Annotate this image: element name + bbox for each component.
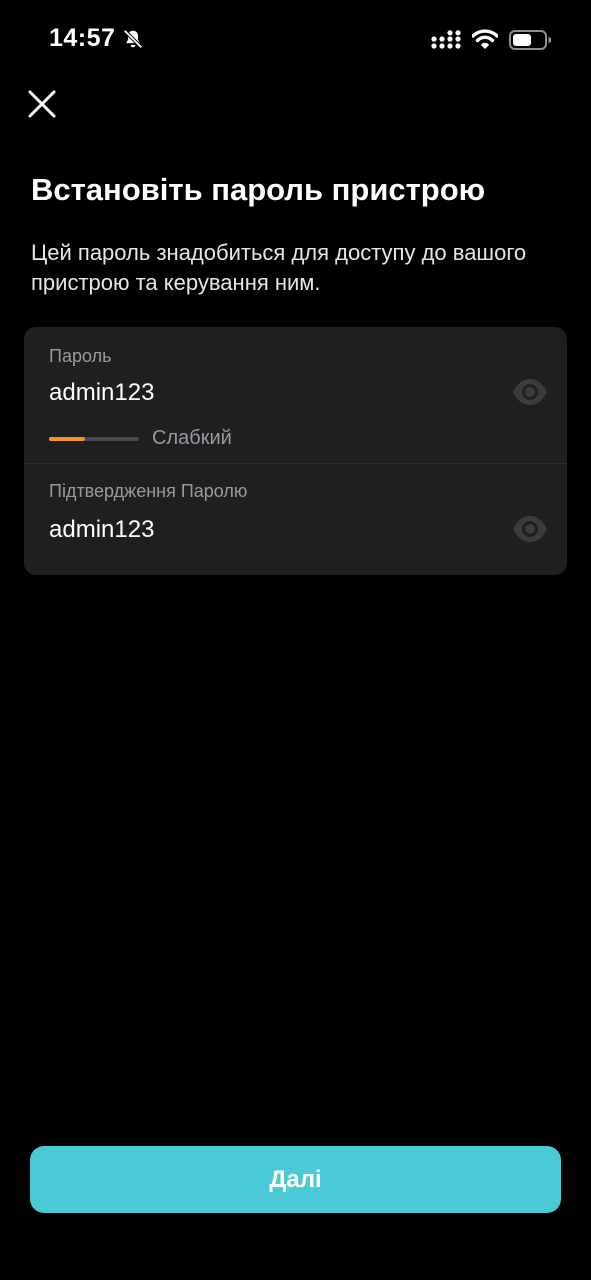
wifi-icon	[472, 29, 498, 49]
password-strength-label: Слабкий	[152, 427, 232, 449]
battery-icon	[509, 30, 551, 50]
page-subtitle: Цей пароль знадобиться для доступу до ва…	[31, 240, 527, 295]
eye-icon[interactable]	[511, 377, 549, 407]
password-strength-meter	[49, 437, 139, 441]
bell-slash-icon	[123, 29, 143, 49]
confirm-password-label: Підтвердження Паролю	[49, 481, 248, 501]
password-field: Пароль Слабкий	[24, 327, 567, 463]
password-label: Пароль	[49, 346, 112, 366]
close-icon	[28, 90, 56, 118]
password-strength-fill	[49, 437, 85, 441]
eye-icon[interactable]	[511, 514, 549, 544]
next-button[interactable]: Далі	[30, 1146, 561, 1213]
status-bar: 14:57	[0, 0, 591, 80]
confirm-password-field: Підтвердження Паролю	[24, 464, 567, 575]
close-button[interactable]	[24, 86, 60, 122]
page-title: Встановіть пароль пристрою	[31, 172, 486, 207]
status-time: 14:57	[49, 24, 116, 52]
cellular-signal-icon	[431, 30, 461, 49]
password-input[interactable]	[49, 379, 489, 407]
confirm-password-input[interactable]	[49, 516, 489, 544]
password-form-card: Пароль Слабкий Підтвердження Паролю	[24, 327, 567, 575]
